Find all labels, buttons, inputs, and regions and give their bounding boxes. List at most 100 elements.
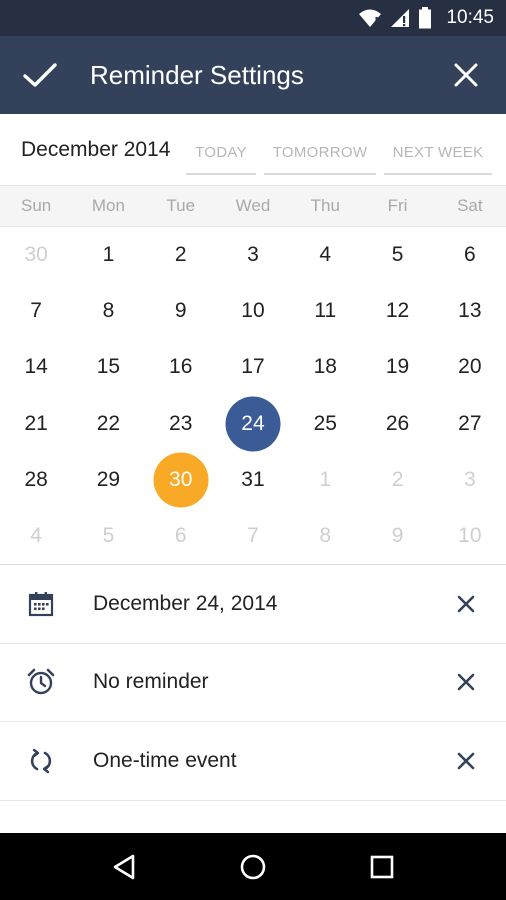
day-number: 12	[385, 299, 410, 323]
calendar-week: 28 29 30 31 1 2 3	[0, 452, 506, 508]
calendar-day[interactable]: 9	[145, 283, 217, 339]
day-number: 2	[174, 243, 187, 267]
calendar-day[interactable]: 23	[145, 396, 217, 452]
page-title: Reminder Settings	[90, 59, 304, 90]
day-number: 17	[241, 355, 265, 379]
calendar-day[interactable]: 11	[289, 283, 361, 339]
day-number: 7	[30, 299, 42, 323]
calendar-day[interactable]: 25	[289, 396, 361, 452]
repeat-row[interactable]: One-time event	[0, 722, 506, 801]
day-number: 6	[174, 524, 187, 548]
calendar-day[interactable]: 27	[434, 396, 506, 452]
confirm-button[interactable]	[0, 36, 80, 114]
day-number: 22	[96, 411, 121, 435]
day-number: 8	[102, 299, 115, 323]
calendar-day[interactable]: 3	[217, 227, 289, 283]
calendar-day[interactable]: 4	[0, 508, 72, 564]
calendar-day[interactable]: 6	[434, 227, 506, 283]
day-number: 26	[385, 411, 410, 435]
calendar-day[interactable]: 10	[434, 508, 506, 564]
calendar-day-selected[interactable]: 24	[217, 396, 289, 452]
battery-icon	[419, 7, 432, 29]
home-button[interactable]	[223, 837, 283, 897]
day-number: 23	[169, 411, 193, 435]
calendar-day[interactable]: 18	[289, 339, 361, 395]
clear-icon	[457, 673, 475, 691]
calendar-day[interactable]: 15	[72, 339, 144, 395]
calendar-day[interactable]: 17	[217, 339, 289, 395]
back-button[interactable]	[94, 837, 154, 897]
calendar-day[interactable]: 6	[145, 508, 217, 564]
calendar-day[interactable]: 4	[289, 227, 361, 283]
details-list: December 24, 2014 No reminder One-time e…	[0, 564, 506, 801]
weekday-label: Mon	[91, 196, 125, 215]
month-label: December 2014	[21, 137, 171, 161]
calendar-day[interactable]: 8	[289, 508, 361, 564]
calendar-day[interactable]: 1	[72, 227, 144, 283]
calendar-day[interactable]: 12	[361, 283, 433, 339]
next-week-button[interactable]: NEXT WEEK	[384, 125, 492, 175]
calendar-day[interactable]: 2	[145, 227, 217, 283]
day-number: 13	[458, 299, 482, 323]
calendar-day[interactable]: 5	[361, 227, 433, 283]
calendar-day[interactable]: 7	[217, 508, 289, 564]
calendar-day[interactable]: 30	[0, 227, 72, 283]
day-number: 7	[247, 524, 259, 548]
alarm-clock-icon	[0, 668, 93, 696]
calendar-day[interactable]: 13	[434, 283, 506, 339]
clear-icon	[457, 752, 475, 770]
reminder-value: No reminder	[93, 670, 209, 694]
recents-square-icon	[370, 855, 393, 878]
day-number: 5	[391, 243, 404, 267]
day-number: 25	[313, 411, 337, 435]
calendar-day[interactable]: 1	[289, 452, 361, 508]
recents-button[interactable]	[352, 837, 412, 897]
clear-date-button[interactable]	[426, 595, 506, 613]
status-bar: 10:45	[0, 0, 506, 36]
weekday-label: Sun	[21, 196, 52, 215]
day-number: 5	[102, 524, 115, 548]
calendar-day[interactable]: 31	[217, 452, 289, 508]
date-row[interactable]: December 24, 2014	[0, 565, 506, 644]
day-number: 20	[458, 355, 482, 379]
day-number: 10	[458, 524, 482, 548]
calendar-day[interactable]: 19	[361, 339, 433, 395]
calendar-day[interactable]: 9	[361, 508, 433, 564]
today-button[interactable]: TODAY	[186, 125, 256, 175]
close-button[interactable]	[426, 36, 506, 114]
day-number: 3	[247, 243, 259, 267]
calendar-day[interactable]: 21	[0, 396, 72, 452]
calendar-day[interactable]: 28	[0, 452, 72, 508]
tomorrow-button[interactable]: TOMORROW	[264, 125, 376, 175]
day-number: 29	[96, 467, 121, 491]
calendar-day[interactable]: 2	[361, 452, 433, 508]
calendar-week: 30 1 2 3 4 5 6	[0, 227, 506, 283]
month-row: December 2014 TODAY TOMORROW NEXT WEEK	[0, 114, 506, 185]
day-number: 6	[463, 243, 476, 267]
day-number: 2	[391, 467, 404, 491]
calendar-day[interactable]: 3	[434, 452, 506, 508]
clear-reminder-button[interactable]	[426, 673, 506, 691]
day-number: 11	[314, 299, 337, 323]
day-number: 4	[319, 243, 332, 267]
home-circle-icon	[240, 854, 266, 879]
calendar-day[interactable]: 29	[72, 452, 144, 508]
calendar-day[interactable]: 26	[361, 396, 433, 452]
calendar-day[interactable]: 8	[72, 283, 144, 339]
day-number: 28	[24, 467, 48, 491]
calendar-week: 7 8 9 10 11 12 13	[0, 283, 506, 339]
calendar-day[interactable]: 20	[434, 339, 506, 395]
day-number: 3	[463, 467, 476, 491]
reminder-row[interactable]: No reminder	[0, 644, 506, 722]
calendar-day[interactable]: 7	[0, 283, 72, 339]
clear-repeat-button[interactable]	[426, 752, 506, 770]
calendar-day[interactable]: 5	[72, 508, 144, 564]
calendar-day[interactable]: 22	[72, 396, 144, 452]
day-number: 9	[391, 524, 404, 548]
navigation-bar	[0, 833, 506, 900]
calendar-day[interactable]: 16	[145, 339, 217, 395]
check-icon	[23, 63, 57, 87]
calendar-day[interactable]: 10	[217, 283, 289, 339]
calendar-day-today[interactable]: 30	[145, 452, 217, 508]
calendar-day[interactable]: 14	[0, 339, 72, 395]
